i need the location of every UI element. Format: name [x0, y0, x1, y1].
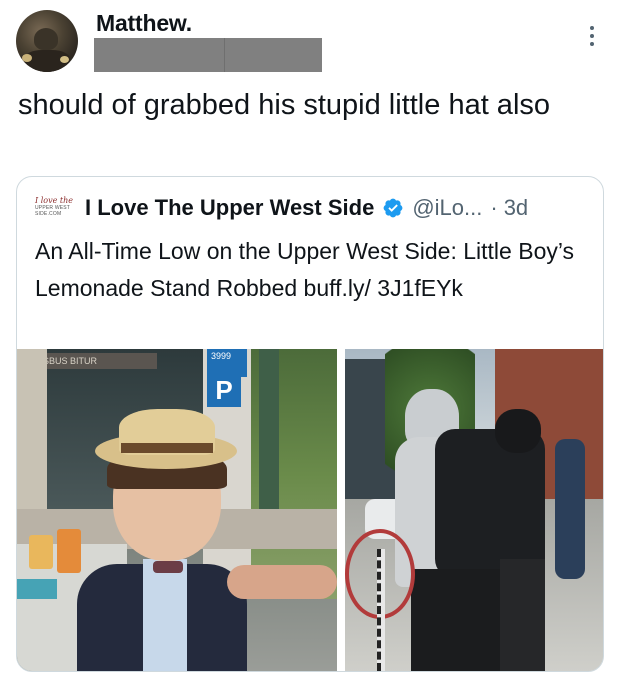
author-display-name[interactable]: Matthew. — [96, 10, 192, 37]
parking-sign-letter: P — [207, 373, 241, 407]
quoted-photo-boy[interactable]: SBUS BITUR 3999 P — [17, 349, 337, 671]
awning-text: SBUS BITUR — [37, 353, 157, 369]
verified-badge-icon — [383, 198, 403, 218]
quoted-header: I Love The Upper West Side @iLo... · 3d — [85, 191, 528, 225]
quoted-tweet-text: An All-Time Low on the Upper West Side: … — [35, 238, 575, 301]
quoted-tweet-card[interactable]: I love the UPPER WEST SIDE.COM I Love Th… — [16, 176, 604, 672]
separator-dot: · — [490, 195, 498, 220]
quoted-author-logo[interactable]: I love the UPPER WEST SIDE.COM — [35, 197, 75, 223]
tweet-text: should of grabbed his stupid little hat … — [18, 89, 551, 121]
author-avatar[interactable] — [16, 10, 78, 72]
quoted-author-name[interactable]: I Love The Upper West Side — [85, 195, 374, 221]
more-options-icon[interactable] — [584, 24, 600, 48]
quoted-author-handle[interactable]: @iLo... — [412, 195, 482, 221]
redacted-handle — [94, 38, 322, 72]
quoted-timestamp[interactable]: 3d — [504, 195, 528, 221]
quoted-photo-street[interactable] — [345, 349, 603, 671]
